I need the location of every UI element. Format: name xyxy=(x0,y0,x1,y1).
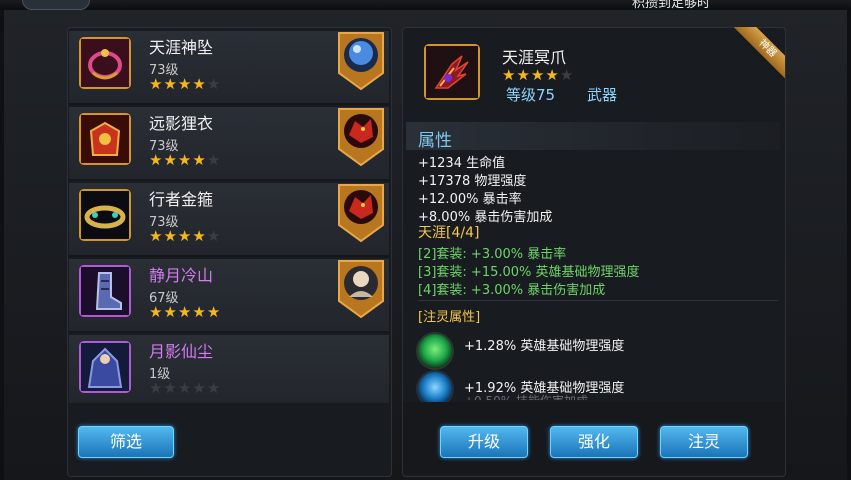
enhance-button[interactable]: 强化 xyxy=(550,426,638,458)
star-icon: ★ xyxy=(206,75,222,93)
detail-type: 武器 xyxy=(587,86,618,104)
attributes-title: 属性 xyxy=(418,131,452,151)
detail-item-name: 天涯冥爪 xyxy=(502,48,567,67)
equipment-list-item[interactable]: 月影仙尘 1级 ★★★★★ xyxy=(69,335,389,403)
star-icon: ★ xyxy=(502,66,517,84)
star-icon: ★ xyxy=(149,75,164,93)
star-icon: ★ xyxy=(206,379,222,397)
divider xyxy=(418,300,778,301)
equipment-list[interactable]: 天涯神坠 73级 ★★★★★ 远影狸衣 73级 ★★★★★ 行者金箍 73级 ★★★★★ 静月冷山… xyxy=(69,31,389,403)
star-icon: ★ xyxy=(177,151,193,169)
star-rating: ★★★★★ xyxy=(149,227,221,245)
set-bonus-line: [3]套装: +15.00% 英雄基础物理强度 xyxy=(418,265,640,280)
stat-line: +12.00% 暴击率 xyxy=(418,192,522,207)
star-icon: ★ xyxy=(530,66,546,84)
hero-portrait-icon xyxy=(337,259,385,319)
star-icon: ★ xyxy=(559,66,575,84)
star-icon: ★ xyxy=(192,379,207,397)
filter-button[interactable]: 筛选 xyxy=(78,426,174,458)
star-rating: ★★★★★ xyxy=(149,303,221,321)
star-icon: ★ xyxy=(177,379,193,397)
cloak-icon xyxy=(79,341,131,393)
star-icon: ★ xyxy=(177,227,193,245)
star-icon: ★ xyxy=(206,151,222,169)
equipment-list-item[interactable]: 天涯神坠 73级 ★★★★★ xyxy=(69,31,389,105)
detail-level: 等级75 xyxy=(506,86,556,104)
equipment-list-item[interactable]: 远影狸衣 73级 ★★★★★ xyxy=(69,107,389,181)
equipment-name: 天涯神坠 xyxy=(149,38,214,57)
spirit-line: +1.28% 英雄基础物理强度 xyxy=(464,339,625,354)
set-title: 天涯[4/4] xyxy=(418,225,480,241)
star-icon: ★ xyxy=(177,75,193,93)
infuse-button[interactable]: 注灵 xyxy=(660,426,748,458)
red-beast-icon xyxy=(337,107,385,167)
stat-line: +17378 物理强度 xyxy=(418,174,527,189)
star-icon: ★ xyxy=(163,151,178,169)
star-icon: ★ xyxy=(177,303,193,321)
star-icon: ★ xyxy=(192,303,207,321)
boots-icon xyxy=(79,265,131,317)
star-icon: ★ xyxy=(516,66,531,84)
star-icon: ★ xyxy=(163,75,178,93)
stat-line: +1234 生命值 xyxy=(418,156,506,171)
star-rating: ★★★★★ xyxy=(149,379,221,397)
equipment-name: 行者金箍 xyxy=(149,190,214,209)
star-icon: ★ xyxy=(192,151,207,169)
set-bonus-line: [4]套装: +3.00% 暴击伤害加成 xyxy=(418,283,606,298)
back-button[interactable] xyxy=(22,0,90,10)
attributes-header xyxy=(406,122,780,150)
equipment-list-item[interactable]: 行者金箍 73级 ★★★★★ xyxy=(69,183,389,257)
star-icon: ★ xyxy=(149,151,164,169)
star-icon: ★ xyxy=(163,303,178,321)
detail-star-rating: ★★★★★ xyxy=(502,66,574,84)
star-rating: ★★★★★ xyxy=(149,75,221,93)
star-icon: ★ xyxy=(192,75,207,93)
ring-icon xyxy=(79,189,131,241)
green-spirit-icon xyxy=(418,334,452,368)
star-icon: ★ xyxy=(149,379,164,397)
equipment-list-panel: 天涯神坠 73级 ★★★★★ 远影狸衣 73级 ★★★★★ 行者金箍 73级 ★★★★★ 静月冷山… xyxy=(67,27,392,477)
red-beast-icon xyxy=(337,183,385,243)
star-icon: ★ xyxy=(163,379,178,397)
upgrade-button[interactable]: 升级 xyxy=(440,426,528,458)
blue-orb-icon xyxy=(337,31,385,91)
star-icon: ★ xyxy=(206,227,222,245)
equipment-name: 静月冷山 xyxy=(149,266,214,285)
armor-icon xyxy=(79,113,131,165)
star-rating: ★★★★★ xyxy=(149,151,221,169)
pendant-icon xyxy=(79,37,131,89)
star-icon: ★ xyxy=(149,227,164,245)
star-icon: ★ xyxy=(206,303,222,321)
star-icon: ★ xyxy=(192,227,207,245)
equipment-list-item[interactable]: 静月冷山 67级 ★★★★★ xyxy=(69,259,389,333)
blue-spirit-icon xyxy=(418,372,452,406)
star-icon: ★ xyxy=(149,303,164,321)
claw-weapon-icon xyxy=(424,44,480,100)
spirit-title: [注灵属性] xyxy=(418,310,481,325)
spirit-line-partial: +0.50% 技能伤害加成 xyxy=(464,392,588,400)
star-icon: ★ xyxy=(545,66,560,84)
equipment-name: 远影狸衣 xyxy=(149,114,214,133)
artifact-ribbon-label: 神器 xyxy=(733,27,785,81)
artifact-ribbon: 神器 xyxy=(731,27,785,81)
set-bonus-line: [2]套装: +3.00% 暴击率 xyxy=(418,247,567,262)
equipment-name: 月影仙尘 xyxy=(149,342,214,361)
top-bar xyxy=(0,0,851,10)
star-icon: ★ xyxy=(163,227,178,245)
